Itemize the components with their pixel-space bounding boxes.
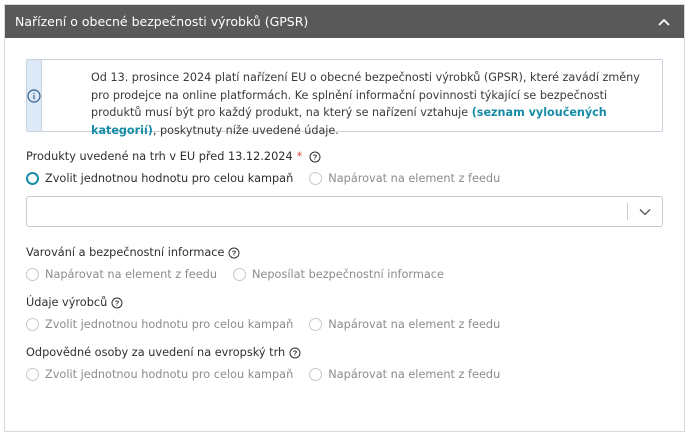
warnings-label-text: Varování a bezpečnostní informace — [26, 246, 225, 259]
products-option-b-label: Napárovat na element z feedu — [328, 172, 501, 185]
manufacturer-label: Údaje výrobců ? — [26, 296, 663, 309]
svg-text:?: ? — [313, 152, 318, 161]
warnings-label: Varování a bezpečnostní informace ? — [26, 246, 663, 259]
radio-unchecked[interactable] — [26, 368, 39, 381]
radio-unchecked[interactable] — [309, 172, 323, 185]
svg-text:?: ? — [232, 248, 237, 257]
manufacturer-option-a-label: Zvolit jednotnou hodnotu pro celou kampa… — [45, 318, 294, 331]
question-circle-icon[interactable]: ? — [289, 347, 301, 359]
products-label: Produkty uvedené na trh v EU před 13.12.… — [26, 150, 663, 163]
radio-checked[interactable] — [26, 172, 39, 185]
question-circle-icon[interactable]: ? — [111, 297, 123, 309]
radio-unchecked[interactable] — [26, 318, 39, 331]
info-text-after: , poskytnuty níže uvedené údaje. — [152, 123, 339, 137]
radio-unchecked[interactable] — [232, 268, 246, 281]
radio-unchecked[interactable] — [309, 368, 323, 381]
manufacturer-option-b-label: Napárovat na element z feedu — [328, 318, 501, 331]
question-circle-icon[interactable]: ? — [228, 247, 240, 259]
products-option-single-value[interactable]: Zvolit jednotnou hodnotu pro celou kampa… — [26, 172, 293, 185]
warnings-radio-group: Napárovat na element z feedu Neposílat b… — [26, 268, 663, 281]
warnings-option-do-not-send[interactable]: Neposílat bezpečnostní informace — [232, 268, 444, 281]
manufacturer-option-single-value[interactable]: Zvolit jednotnou hodnotu pro celou kampa… — [26, 318, 293, 331]
radio-unchecked[interactable] — [309, 318, 323, 331]
manufacturer-label-text: Údaje výrobců — [26, 296, 108, 309]
panel-body: Od 13. prosince 2024 platí nařízení EU o… — [5, 38, 684, 381]
chevron-up-icon[interactable] — [654, 12, 674, 32]
responsible-option-b-label: Napárovat na element z feedu — [328, 368, 501, 381]
responsible-option-a-label: Zvolit jednotnou hodnotu pro celou kampa… — [45, 368, 294, 381]
required-mark: * — [296, 150, 303, 163]
info-box: Od 13. prosince 2024 platí nařízení EU o… — [26, 59, 663, 137]
products-radio-group: Zvolit jednotnou hodnotu pro celou kampa… — [26, 172, 663, 185]
responsible-option-single-value[interactable]: Zvolit jednotnou hodnotu pro celou kampa… — [26, 368, 293, 381]
svg-text:?: ? — [293, 348, 298, 357]
manufacturer-option-map-feed[interactable]: Napárovat na element z feedu — [309, 318, 500, 331]
products-select[interactable] — [26, 196, 663, 227]
responsible-option-map-feed[interactable]: Napárovat na element z feedu — [309, 368, 500, 381]
products-option-map-feed[interactable]: Napárovat na element z feedu — [309, 172, 500, 185]
manufacturer-radio-group: Zvolit jednotnou hodnotu pro celou kampa… — [26, 318, 663, 331]
panel-title: Nařízení o obecné bezpečnosti výrobků (G… — [15, 14, 309, 29]
products-label-text: Produkty uvedené na trh v EU před 13.12.… — [26, 150, 293, 163]
panel-header[interactable]: Nařízení o obecné bezpečnosti výrobků (G… — [5, 5, 684, 38]
warnings-option-map-feed[interactable]: Napárovat na element z feedu — [26, 268, 217, 281]
info-text: Od 13. prosince 2024 platí nařízení EU o… — [42, 60, 662, 137]
radio-unchecked[interactable] — [26, 268, 39, 281]
question-circle-icon[interactable]: ? — [309, 151, 321, 163]
responsible-radio-group: Zvolit jednotnou hodnotu pro celou kampa… — [26, 368, 663, 381]
info-circle-icon — [27, 60, 42, 131]
chevron-down-icon[interactable] — [639, 205, 653, 219]
warnings-option-b-label: Neposílat bezpečnostní informace — [251, 268, 444, 281]
gpsr-panel: Nařízení o obecné bezpečnosti výrobků (G… — [4, 4, 685, 432]
svg-text:?: ? — [115, 298, 120, 307]
warnings-option-a-label: Napárovat na element z feedu — [45, 268, 217, 281]
products-option-a-label: Zvolit jednotnou hodnotu pro celou kampa… — [45, 172, 294, 185]
responsible-label: Odpovědné osoby za uvedení na evropský t… — [26, 346, 663, 359]
select-separator — [627, 203, 628, 220]
responsible-label-text: Odpovědné osoby za uvedení na evropský t… — [26, 346, 286, 359]
